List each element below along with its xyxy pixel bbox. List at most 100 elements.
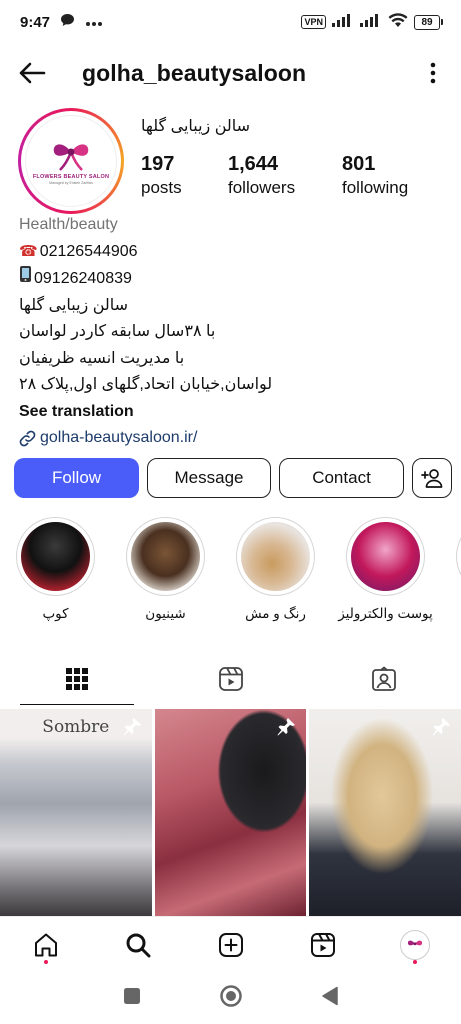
see-translation-link[interactable]: See translation — [19, 399, 439, 426]
grid-icon — [65, 667, 88, 690]
tab-tagged[interactable] — [307, 652, 461, 705]
posts-count: 197 — [141, 153, 175, 175]
nav-reels[interactable] — [277, 917, 369, 972]
battery-level: 89 — [414, 14, 440, 30]
highlight-item[interactable]: کوپ — [16, 517, 95, 637]
profile-avatar[interactable]: FLOWERS BEAUTY SALON Managed by Ensieh Z… — [18, 108, 124, 214]
bio-phone-mobile: 09126240839 — [19, 265, 439, 293]
follow-button[interactable]: Follow — [14, 458, 139, 498]
bio-phone-landline: ☎ 02126544906 — [19, 239, 439, 266]
salon-logo: FLOWERS BEAUTY SALON Managed by Ensieh Z… — [25, 115, 117, 207]
followers-stat[interactable]: 1,644 followers — [228, 152, 342, 200]
signal-icon-2 — [360, 13, 382, 31]
highlight-label: شینیون — [145, 606, 186, 621]
following-count: 801 — [342, 153, 376, 175]
nav-create[interactable] — [184, 917, 276, 972]
chat-notification-icon — [60, 13, 75, 31]
message-button[interactable]: Message — [147, 458, 271, 498]
tab-reels[interactable] — [154, 652, 308, 705]
bow-logo-icon — [407, 940, 423, 945]
back-arrow-icon — [19, 62, 46, 84]
profile-actions: Follow Message Contact — [14, 458, 452, 498]
square-icon — [123, 987, 140, 1004]
search-icon — [126, 933, 151, 957]
wifi-icon — [388, 12, 408, 32]
post-tile[interactable]: Sombre — [0, 709, 152, 916]
nav-home[interactable] — [0, 917, 92, 972]
highlight-item[interactable]: رنگ و مش — [236, 517, 315, 637]
more-options-button[interactable] — [421, 57, 445, 89]
notification-dot — [44, 960, 49, 964]
profile-stats: 197 posts 1,644 followers 801 following — [141, 152, 408, 200]
bio-line-4: لواسان,خیابان اتحاد,گلهای اول,پلاک ۲۸ — [19, 376, 273, 393]
logo-title: FLOWERS BEAUTY SALON — [32, 173, 110, 180]
tagged-person-icon — [372, 665, 397, 691]
logo-subtitle: Managed by Ensieh Zarifian — [49, 180, 93, 185]
highlight-cover — [241, 522, 310, 591]
bio-line-2: با ۳۸سال سابقه کاردر لواسان — [19, 323, 216, 340]
back-button[interactable] — [16, 57, 48, 89]
bio-line-3: با مدیریت انسیه ظریفیان — [19, 349, 185, 367]
signal-icon — [332, 13, 354, 31]
story-highlights: کوپ شینیون رنگ و مش پوست والکترولیز — [16, 517, 461, 637]
more-notifications-icon — [85, 14, 103, 31]
pin-icon — [277, 718, 296, 736]
link-icon — [19, 430, 36, 447]
highlight-cover — [351, 522, 420, 591]
posts-label: posts — [141, 178, 182, 197]
bow-logo-icon — [53, 143, 89, 171]
highlight-label: کوپ — [42, 606, 69, 621]
highlight-label: رنگ و مش — [245, 606, 306, 621]
website-link[interactable]: golha-beautysaloon.ir/ — [19, 425, 439, 452]
profile-display-name: سالن زیبایی گلها — [141, 118, 251, 135]
nav-profile[interactable] — [369, 917, 461, 972]
highlight-item[interactable]: شینیون — [126, 517, 205, 637]
pin-icon — [432, 718, 451, 736]
home-system-button[interactable] — [219, 984, 243, 1013]
following-stat[interactable]: 801 following — [342, 152, 408, 200]
status-bar: 9:47 VPN 89 — [0, 0, 461, 44]
telephone-icon: ☎ — [19, 242, 38, 260]
contact-button[interactable]: Contact — [279, 458, 404, 498]
battery-indicator: 89 — [414, 14, 443, 30]
status-time: 9:47 — [20, 13, 51, 31]
vertical-dots-icon — [430, 62, 436, 84]
bio-phone-1-text: 02126544906 — [39, 242, 138, 260]
recents-button[interactable] — [123, 987, 141, 1010]
highlight-cover — [131, 522, 200, 591]
bio-line-1: سالن زیبایی گلها — [19, 296, 129, 314]
post-tile[interactable] — [309, 709, 461, 916]
profile-avatar-small — [399, 929, 430, 960]
circle-icon — [219, 984, 242, 1007]
bottom-navigation — [0, 916, 461, 972]
website-link-text: golha-beautysaloon.ir/ — [40, 429, 198, 446]
create-post-icon — [218, 932, 243, 957]
bio-phone-2-text: 09126240839 — [34, 269, 132, 287]
followers-label: followers — [228, 178, 296, 197]
highlight-cover — [21, 522, 90, 591]
nav-search[interactable] — [92, 917, 184, 972]
reels-nav-icon — [310, 932, 335, 957]
profile-tabs — [0, 652, 461, 705]
highlight-label: پوست والکترولیز — [338, 606, 433, 621]
posts-stat[interactable]: 197 posts — [141, 152, 228, 200]
vpn-badge: VPN — [301, 15, 326, 29]
reels-icon — [218, 666, 243, 691]
followers-count: 1,644 — [228, 153, 279, 175]
profile-username: golha_beautysaloon — [82, 59, 307, 86]
profile-header: golha_beautysaloon — [0, 50, 461, 96]
suggested-users-button[interactable] — [412, 458, 452, 498]
tab-posts-grid[interactable] — [0, 652, 154, 705]
notification-dot — [412, 960, 417, 964]
back-system-button[interactable] — [321, 986, 339, 1011]
triangle-back-icon — [321, 986, 338, 1005]
bio-category: Health/beauty — [19, 216, 118, 233]
mobile-phone-icon — [19, 265, 32, 293]
system-navigation — [0, 972, 461, 1024]
post-tile[interactable] — [154, 709, 307, 916]
highlight-item[interactable] — [456, 517, 461, 637]
pin-icon — [123, 718, 141, 736]
posts-grid: Sombre — [0, 709, 461, 916]
highlight-item[interactable]: پوست والکترولیز — [338, 517, 433, 637]
add-user-icon — [421, 469, 443, 488]
